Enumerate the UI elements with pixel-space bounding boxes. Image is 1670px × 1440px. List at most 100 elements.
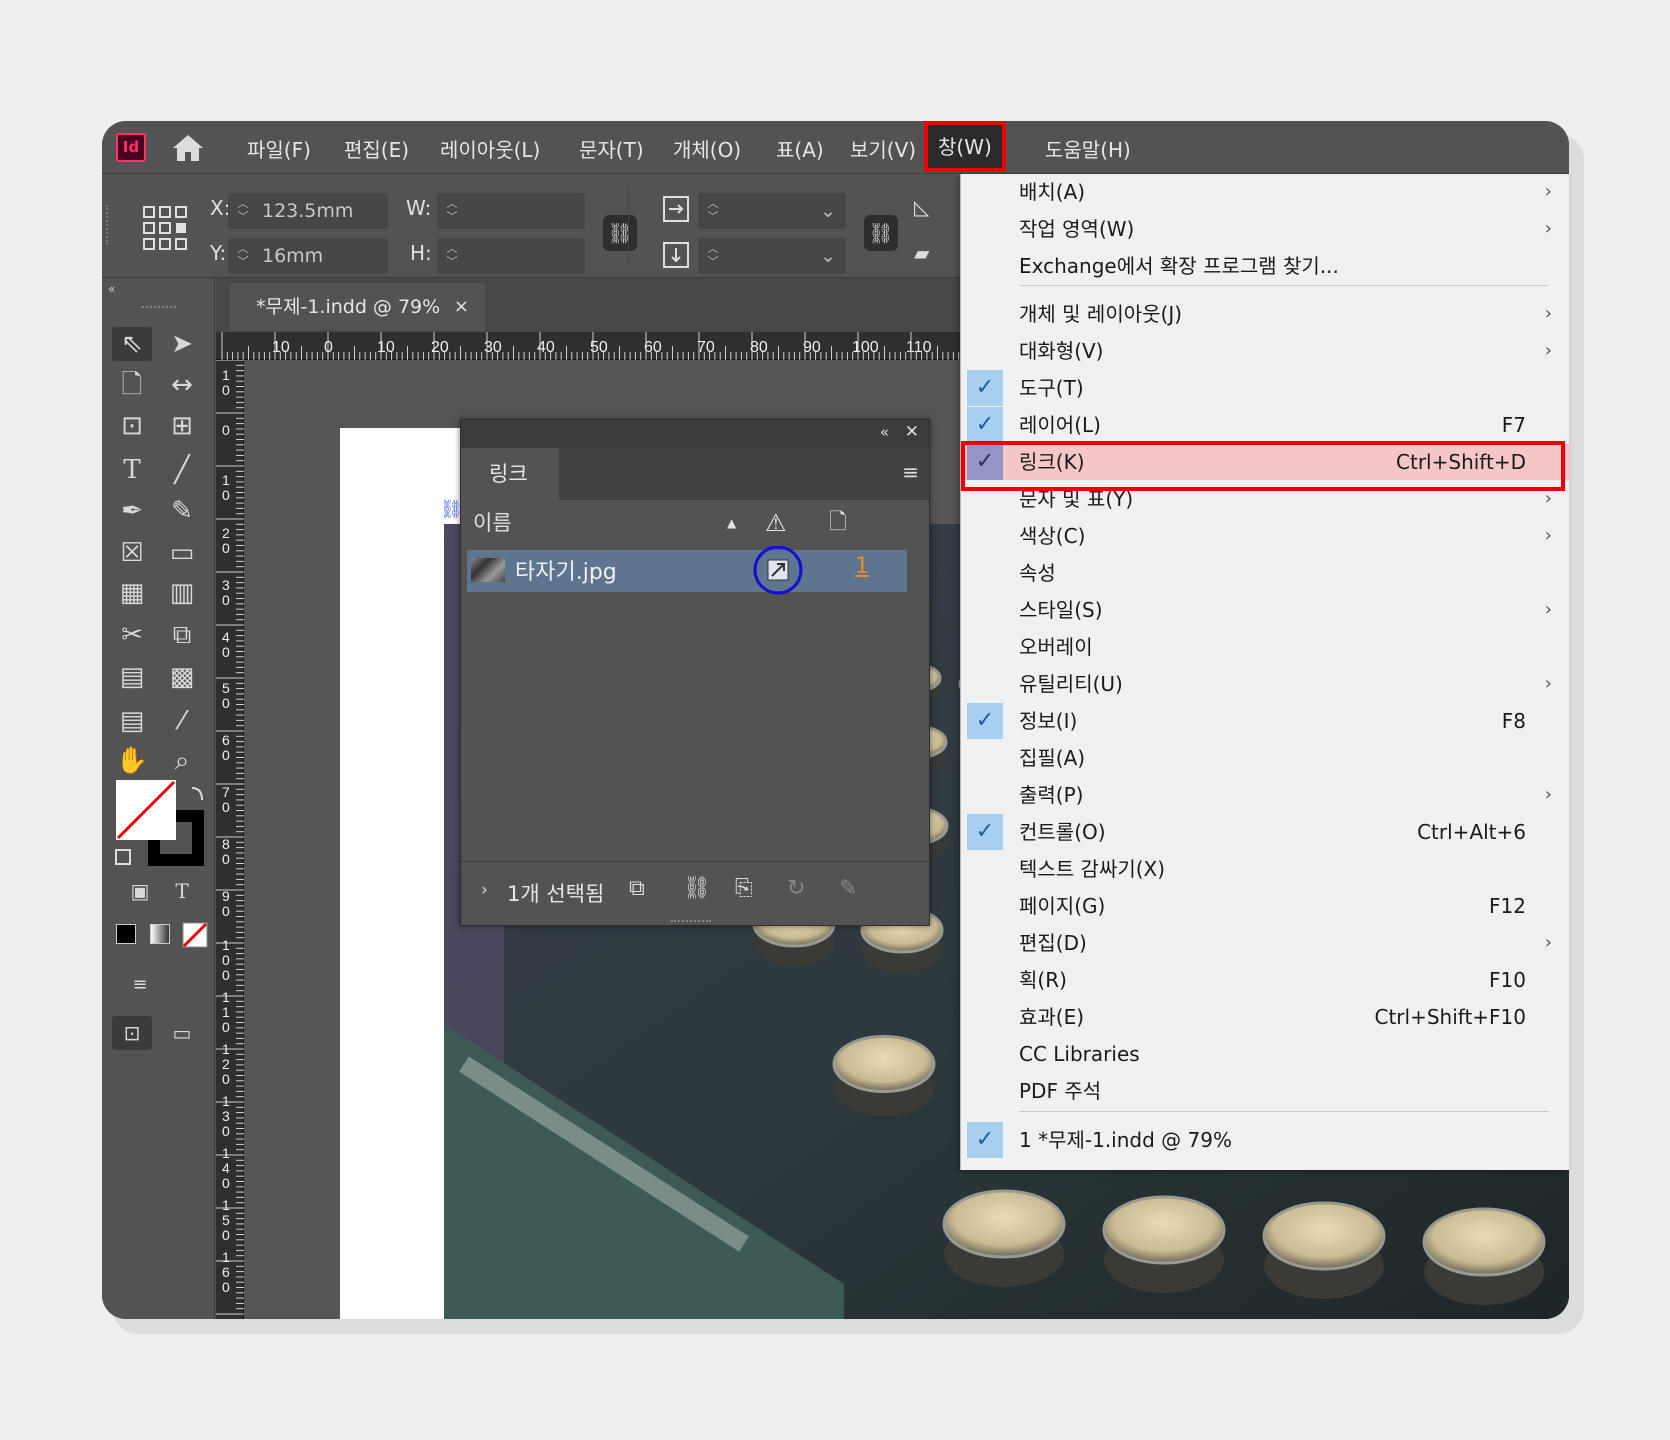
panel-grip[interactable] bbox=[142, 306, 176, 309]
scale-x-stepper[interactable]: ︿ ﹀ bbox=[706, 197, 720, 225]
hand-tool-icon[interactable]: ✋ bbox=[112, 744, 152, 778]
eyedropper-tool-icon[interactable]: ⁄ bbox=[162, 704, 202, 738]
panel-menu-icon[interactable]: ≡ bbox=[902, 460, 919, 484]
panel-grip[interactable] bbox=[106, 205, 110, 245]
relink-icon[interactable]: ⛓ bbox=[683, 876, 711, 901]
menu-9[interactable]: 도움말(H) bbox=[1045, 134, 1131, 163]
window-menu-item[interactable]: CC Libraries bbox=[961, 1036, 1570, 1072]
line-tool-icon[interactable]: ╱ bbox=[162, 453, 202, 487]
relink-from-cc-icon[interactable]: ⧉ bbox=[629, 876, 645, 901]
h-field[interactable]: ︿ ﹀ bbox=[437, 238, 585, 274]
selection-tool-icon[interactable]: ⇖ bbox=[112, 327, 152, 361]
close-icon[interactable]: × bbox=[454, 283, 469, 331]
menu-1[interactable]: 파일(F) bbox=[247, 134, 311, 163]
free-transform-tool-icon[interactable]: ⧉ bbox=[162, 618, 202, 652]
normal-view-icon[interactable]: ⊡ bbox=[112, 1016, 152, 1050]
name-column-header[interactable]: 이름 bbox=[473, 500, 512, 546]
formatting-text-icon[interactable]: T bbox=[162, 874, 202, 908]
window-menu-item[interactable]: 출력(P) › bbox=[961, 777, 1570, 813]
menu-8[interactable]: 창(W) bbox=[924, 121, 1006, 172]
window-menu-item[interactable]: 개체 및 레이아웃(J) › bbox=[961, 296, 1570, 332]
update-link-icon[interactable]: ↻ bbox=[787, 876, 805, 901]
window-menu-item[interactable]: 텍스트 감싸기(X) bbox=[961, 851, 1570, 887]
menu-3[interactable]: 레이아웃(L) bbox=[440, 134, 540, 163]
screen-mode-icon[interactable]: ≡ bbox=[120, 968, 160, 1002]
scale-y-field[interactable]: ︿ ﹀ ⌄ bbox=[698, 238, 846, 274]
chevron-right-icon[interactable]: › bbox=[481, 880, 488, 900]
document-tab[interactable]: *무제-1.indd @ 79% × bbox=[230, 283, 485, 331]
formatting-container-icon[interactable]: ▣ bbox=[120, 874, 160, 908]
rectangle-tool-icon[interactable]: ▭ bbox=[162, 536, 202, 570]
w-stepper[interactable]: ︿ ﹀ bbox=[445, 197, 459, 225]
collapse-icon[interactable]: « bbox=[108, 282, 115, 296]
content-placer-icon[interactable]: ⊞ bbox=[162, 409, 202, 443]
window-menu-item[interactable]: ✓ 레이어(L) F7 bbox=[961, 407, 1570, 443]
reference-point-icon[interactable] bbox=[142, 205, 190, 251]
link-row[interactable]: 타자기.jpg 1 bbox=[467, 546, 907, 595]
window-menu-item[interactable]: 효과(E) Ctrl+Shift+F10 bbox=[961, 999, 1570, 1035]
edit-original-icon[interactable]: ✎ bbox=[839, 876, 857, 901]
menu-5[interactable]: 개체(O) bbox=[673, 134, 741, 163]
chevron-down-icon[interactable]: ⌄ bbox=[820, 238, 836, 274]
x-field[interactable]: ︿ ﹀ 123.5mm bbox=[228, 193, 388, 229]
horizontal-ruler[interactable]: 10 0 10 20 30 40 50 60 70 80 90 100 110 bbox=[216, 332, 1007, 360]
gradient-swatch-tool-icon[interactable]: ▤ bbox=[112, 660, 152, 694]
h-stepper[interactable]: ︿ ﹀ bbox=[445, 242, 459, 270]
window-menu-item[interactable]: ✓ 정보(I) F8 bbox=[961, 703, 1570, 739]
window-menu-item[interactable]: 편집(D) › bbox=[961, 925, 1570, 961]
window-menu-item[interactable]: 스타일(S) › bbox=[961, 592, 1570, 628]
go-to-link-icon[interactable]: ⎘ bbox=[735, 876, 753, 901]
scale-y-icon[interactable] bbox=[662, 241, 690, 269]
window-menu-item[interactable]: ✓ 1 *무제-1.indd @ 79% bbox=[961, 1122, 1570, 1158]
window-menu-item[interactable]: Exchange에서 확장 프로그램 찾기... bbox=[961, 248, 1570, 284]
x-stepper[interactable]: ︿ ﹀ bbox=[236, 197, 250, 225]
panel-resize-grip[interactable] bbox=[671, 920, 711, 923]
window-menu-item[interactable]: 획(R) F10 bbox=[961, 962, 1570, 998]
window-menu-item[interactable]: 페이지(G) F12 bbox=[961, 888, 1570, 924]
pencil-tool-icon[interactable]: ✎ bbox=[162, 494, 202, 528]
window-menu-item[interactable]: 작업 영역(W) › bbox=[961, 211, 1570, 247]
scale-y-stepper[interactable]: ︿ ﹀ bbox=[706, 242, 720, 270]
window-menu-item[interactable]: 대화형(V) › bbox=[961, 333, 1570, 369]
rotate-icon[interactable]: ◺ bbox=[914, 195, 929, 219]
window-menu-item[interactable]: ✓ 컨트롤(O) Ctrl+Alt+6 bbox=[961, 814, 1570, 850]
vertical-ruler[interactable]: 1001020304050607080901001101201301401501… bbox=[216, 359, 244, 1319]
collapse-icon[interactable]: « bbox=[880, 423, 889, 441]
pen-tool-icon[interactable]: ✒ bbox=[112, 494, 152, 528]
table-tool-icon[interactable]: ▦ bbox=[112, 576, 152, 610]
content-collector-icon[interactable]: ⊡ bbox=[112, 409, 152, 443]
page-column-icon[interactable]: 🗋 bbox=[829, 500, 847, 546]
w-field[interactable]: ︿ ﹀ bbox=[437, 193, 585, 229]
scale-x-icon[interactable] bbox=[662, 195, 690, 223]
menu-4[interactable]: 문자(T) bbox=[579, 134, 644, 163]
menu-2[interactable]: 편집(E) bbox=[344, 134, 409, 163]
fill-stroke-swatch[interactable] bbox=[114, 778, 210, 873]
constrain-proportions-icon[interactable]: ⛓ bbox=[603, 215, 637, 251]
window-menu-item[interactable]: 색상(C) › bbox=[961, 518, 1570, 554]
y-field[interactable]: ︿ ﹀ 16mm bbox=[228, 238, 388, 274]
apply-color-icon[interactable] bbox=[116, 924, 136, 944]
table-column-icon[interactable]: ▥ bbox=[162, 576, 202, 610]
link-page-number[interactable]: 1 bbox=[855, 554, 869, 579]
sort-ascending-icon[interactable]: ▲ bbox=[727, 500, 736, 546]
window-menu-item[interactable]: 유틸리티(U) › bbox=[961, 666, 1570, 702]
menu-7[interactable]: 보기(V) bbox=[850, 134, 916, 163]
window-menu-item[interactable]: 오버레이 bbox=[961, 629, 1570, 665]
apply-gradient-icon[interactable] bbox=[150, 924, 170, 944]
scissors-tool-icon[interactable]: ✂ bbox=[112, 618, 152, 652]
type-tool-icon[interactable]: T bbox=[112, 453, 152, 487]
zoom-tool-icon[interactable]: ⌕ bbox=[162, 744, 202, 778]
scale-x-field[interactable]: ︿ ﹀ ⌄ bbox=[698, 193, 846, 229]
preview-mode-icon[interactable]: ▭ bbox=[162, 1016, 202, 1050]
warning-icon[interactable]: ⚠ bbox=[765, 500, 787, 546]
gradient-feather-tool-icon[interactable]: ▩ bbox=[162, 660, 202, 694]
chevron-down-icon[interactable]: ⌄ bbox=[820, 193, 836, 229]
window-menu-item[interactable]: PDF 주석 bbox=[961, 1073, 1570, 1109]
window-menu-item[interactable]: 집필(A) bbox=[961, 740, 1570, 776]
window-menu-item[interactable]: 배치(A) › bbox=[961, 174, 1570, 210]
note-tool-icon[interactable]: ▤ bbox=[112, 704, 152, 738]
shear-icon[interactable]: ▰ bbox=[914, 241, 929, 265]
modified-status-icon[interactable] bbox=[751, 546, 805, 596]
y-stepper[interactable]: ︿ ﹀ bbox=[236, 242, 250, 270]
direct-selection-tool-icon[interactable]: ➤ bbox=[162, 327, 202, 361]
